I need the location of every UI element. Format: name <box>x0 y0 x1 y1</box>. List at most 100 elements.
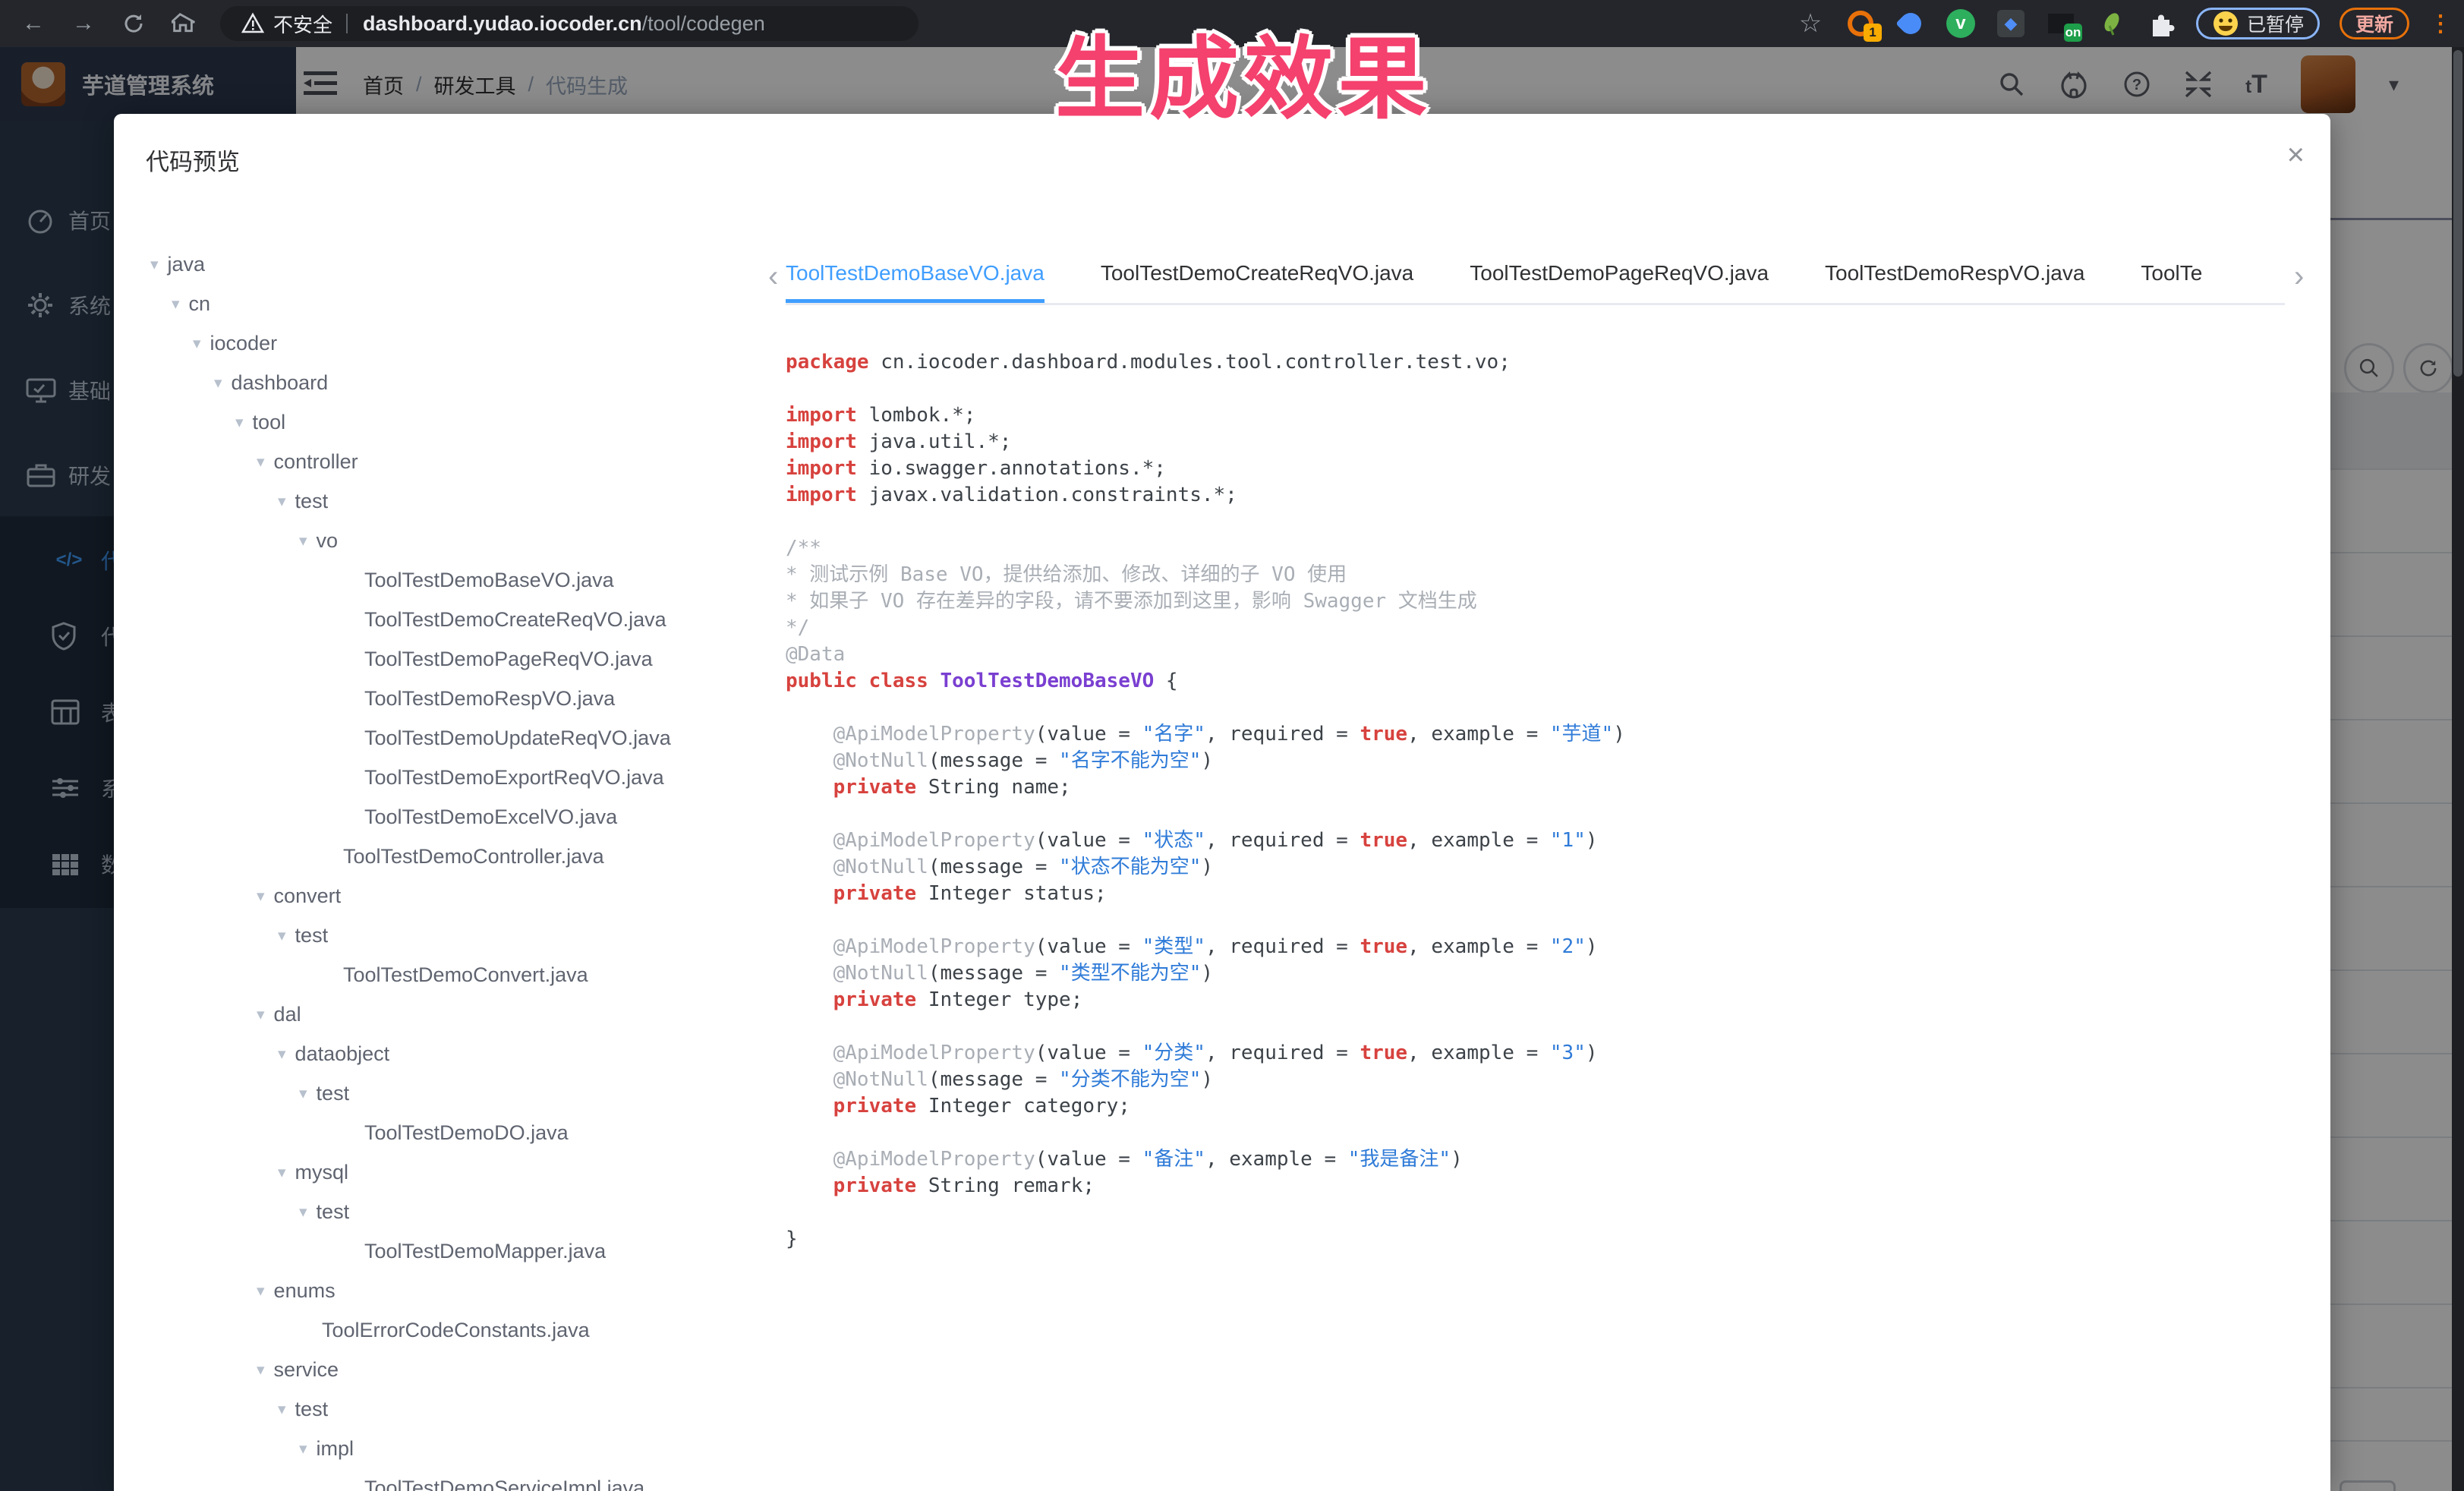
tree-file[interactable]: ToolTestDemoController.java <box>114 837 782 876</box>
tree-folder[interactable]: ▾dashboard <box>114 363 782 402</box>
tab-toolte[interactable]: ToolTe <box>2141 249 2202 303</box>
extension-rss-icon[interactable]: 1 <box>1845 8 1876 39</box>
tree-file[interactable]: ToolTestDemoUpdateReqVO.java <box>114 718 782 758</box>
url-host[interactable]: dashboard.yudao.iocoder.cn <box>363 12 642 36</box>
tree-file[interactable]: ToolErrorCodeConstants.java <box>114 1310 782 1350</box>
tree-folder[interactable]: ▾cn <box>114 284 782 323</box>
tree-file[interactable]: ToolTestDemoCreateReqVO.java <box>114 600 782 639</box>
tab-tooltestdemorespvo-java[interactable]: ToolTestDemoRespVO.java <box>1825 249 2084 303</box>
tree-folder[interactable]: ▾test <box>114 1389 782 1429</box>
code-line: @ApiModelProperty(value = "名字", required… <box>786 721 2304 748</box>
extension-on-badge: on <box>2064 24 2082 42</box>
caret-down-icon[interactable]: ▾ <box>278 492 286 511</box>
browser-menu-icon[interactable]: ⋮ <box>2429 11 2452 37</box>
tree-node-label: controller <box>274 450 358 474</box>
extension-leaf-icon[interactable] <box>2096 8 2126 39</box>
tree-folder[interactable]: ▾ test <box>114 1192 782 1231</box>
code-line <box>786 907 2304 934</box>
tree-folder[interactable]: ▾impl <box>114 1429 782 1468</box>
tree-node-label: test <box>317 1200 350 1224</box>
security-label[interactable]: 不安全 <box>273 10 332 38</box>
caret-down-icon[interactable]: ▾ <box>278 1400 286 1419</box>
tree-folder[interactable]: ▾convert <box>114 876 782 916</box>
caret-down-icon[interactable]: ▾ <box>278 926 286 945</box>
home-icon[interactable] <box>167 7 200 40</box>
tree-file[interactable]: ToolTestDemoExcelVO.java <box>114 797 782 837</box>
tree-file[interactable]: ToolTestDemoMapper.java <box>114 1231 782 1271</box>
extension-green-icon[interactable]: v <box>1946 8 1976 39</box>
file-tree: ▾java▾cn▾iocoder▾dashboard▾tool▾controll… <box>114 244 782 1491</box>
scrollbar-thumb[interactable] <box>2453 50 2462 377</box>
caret-down-icon[interactable]: ▾ <box>214 374 222 392</box>
code-line: private String remark; <box>786 1173 2304 1199</box>
tree-node-label: ToolErrorCodeConstants.java <box>322 1319 590 1342</box>
update-button[interactable]: 更新 <box>2340 8 2409 39</box>
caret-down-icon[interactable]: ▾ <box>299 1084 307 1103</box>
tree-folder[interactable]: ▾ enums <box>114 1271 782 1310</box>
code-line: public class ToolTestDemoBaseVO { <box>786 668 2304 695</box>
url-path[interactable]: /tool/codegen <box>642 12 765 36</box>
tab-tooltestdemopagereqvo-java[interactable]: ToolTestDemoPageReqVO.java <box>1470 249 1769 303</box>
caret-down-icon[interactable]: ▾ <box>278 1163 286 1182</box>
tabs-scroll-left-icon[interactable]: ‹ <box>768 260 778 294</box>
caret-down-icon[interactable]: ▾ <box>193 334 201 353</box>
extensions-puzzle-icon[interactable] <box>2146 8 2176 39</box>
tree-folder[interactable]: ▾test <box>114 1073 782 1113</box>
bookmark-star-icon[interactable]: ☆ <box>1795 8 1826 39</box>
address-bar[interactable]: 不安全 dashboard.yudao.iocoder.cn/tool/code… <box>220 6 918 41</box>
extension-diamond-icon[interactable]: ◆ <box>1996 8 2026 39</box>
tree-file[interactable]: ToolTestDemoBaseVO.java <box>114 560 782 600</box>
tab-tooltestdemobasevo-java[interactable]: ToolTestDemoBaseVO.java <box>786 249 1045 303</box>
caret-down-icon[interactable]: ▾ <box>257 887 265 906</box>
tab-tooltestdemocreatereqvo-java[interactable]: ToolTestDemoCreateReqVO.java <box>1101 249 1413 303</box>
close-icon[interactable]: × <box>2287 140 2305 170</box>
tree-node-label: dal <box>274 1003 301 1026</box>
tree-file[interactable]: ToolTestDemoDO.java <box>114 1113 782 1152</box>
caret-down-icon[interactable]: ▾ <box>299 1203 307 1221</box>
tree-file[interactable]: ToolTestDemoServiceImpl.java <box>114 1468 782 1491</box>
tree-node-label: enums <box>274 1279 336 1303</box>
tree-folder[interactable]: ▾ dal <box>114 995 782 1034</box>
tree-file[interactable]: ToolTestDemoPageReqVO.java <box>114 639 782 679</box>
code-line: @NotNull(message = "类型不能为空") <box>786 960 2304 987</box>
reload-icon[interactable] <box>117 7 150 40</box>
tree-node-label: ToolTestDemoMapper.java <box>364 1240 606 1263</box>
caret-down-icon[interactable]: ▾ <box>257 1360 265 1379</box>
page-scrollbar[interactable] <box>2452 47 2464 1491</box>
tree-node-label: ToolTestDemoController.java <box>343 845 604 868</box>
profile-paused-chip[interactable]: 已暂停 <box>2196 8 2320 39</box>
tree-node-label: iocoder <box>210 332 278 355</box>
caret-down-icon[interactable]: ▾ <box>172 295 180 314</box>
tree-file[interactable]: ToolTestDemoExportReqVO.java <box>114 758 782 797</box>
tree-node-label: ToolTestDemoBaseVO.java <box>364 569 614 592</box>
tabs-scroll-right-icon[interactable]: › <box>2294 260 2304 294</box>
caret-down-icon[interactable]: ▾ <box>299 531 307 550</box>
tree-folder[interactable]: ▾dataobject <box>114 1034 782 1073</box>
tree-folder[interactable]: ▾vo <box>114 521 782 560</box>
tree-folder[interactable]: ▾test <box>114 481 782 521</box>
caret-down-icon[interactable]: ▾ <box>150 255 159 274</box>
tree-folder[interactable]: ▾service <box>114 1350 782 1389</box>
caret-down-icon[interactable]: ▾ <box>257 452 265 471</box>
caret-down-icon[interactable]: ▾ <box>257 1281 265 1300</box>
back-icon[interactable]: ← <box>17 7 50 40</box>
caret-down-icon[interactable]: ▾ <box>257 1005 265 1024</box>
extension-on-icon[interactable]: on <box>2046 8 2076 39</box>
tree-file[interactable]: ToolTestDemoRespVO.java <box>114 679 782 718</box>
caret-down-icon[interactable]: ▾ <box>278 1045 286 1064</box>
tree-folder[interactable]: ▾tool <box>114 402 782 442</box>
caret-down-icon[interactable]: ▾ <box>299 1439 307 1458</box>
forward-icon[interactable]: → <box>67 7 100 40</box>
emoji-face-icon <box>2212 10 2239 37</box>
code-line <box>786 1013 2304 1040</box>
tree-folder[interactable]: ▾ iocoder <box>114 323 782 363</box>
caret-down-icon[interactable]: ▾ <box>235 413 244 432</box>
extension-drop-icon[interactable] <box>1895 8 1926 39</box>
tree-folder[interactable]: ▾test <box>114 916 782 955</box>
code-line: private Integer type; <box>786 987 2304 1013</box>
tree-node-label: ToolTestDemoCreateReqVO.java <box>364 608 666 632</box>
tree-folder[interactable]: ▾java <box>114 244 782 284</box>
tree-folder[interactable]: ▾ controller <box>114 442 782 481</box>
tree-file[interactable]: ToolTestDemoConvert.java <box>114 955 782 995</box>
tree-folder[interactable]: ▾mysql <box>114 1152 782 1192</box>
